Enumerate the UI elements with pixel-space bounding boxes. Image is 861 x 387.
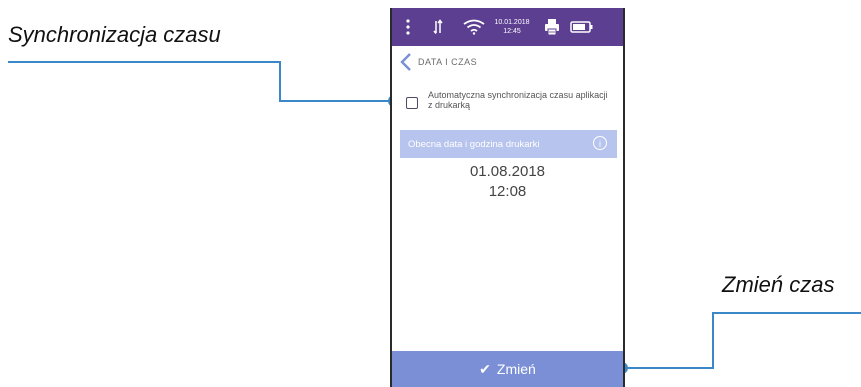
wifi-icon bbox=[462, 8, 486, 46]
change-time-button[interactable]: ✔ Zmień bbox=[392, 351, 623, 387]
title-bar: DATA I CZAS bbox=[392, 46, 623, 78]
change-callout-caption: Zmień czas bbox=[722, 272, 835, 297]
status-time: 12:45 bbox=[503, 28, 521, 35]
printer-time-header-label: Obecna data i godzina drukarki bbox=[408, 139, 540, 150]
sync-callout-line bbox=[8, 61, 394, 102]
auto-sync-option[interactable]: Automatyczna synchronizacja czasu aplika… bbox=[392, 88, 623, 122]
page-title: DATA I CZAS bbox=[418, 57, 478, 67]
change-callout-line bbox=[622, 312, 861, 369]
phone-screen: 10.01.2018 12:45 DATA I CZAS Automatyczn… bbox=[390, 8, 625, 387]
info-icon[interactable]: i bbox=[593, 136, 607, 150]
printer-time-header: Obecna data i godzina drukarki i bbox=[400, 130, 617, 158]
sync-arrows-icon bbox=[430, 8, 446, 46]
status-bar: 10.01.2018 12:45 bbox=[392, 8, 623, 46]
battery-icon bbox=[568, 8, 596, 46]
sync-callout-caption: Synchronizacja czasu bbox=[8, 22, 221, 47]
chevron-left-icon[interactable] bbox=[398, 52, 414, 72]
status-date: 10.01.2018 bbox=[494, 19, 530, 26]
change-time-button-label: Zmień bbox=[496, 361, 536, 377]
menu-dots-icon[interactable] bbox=[402, 8, 414, 46]
printer-time: 12:08 bbox=[488, 183, 527, 200]
auto-sync-label: Automatyczna synchronizacja czasu aplika… bbox=[428, 90, 608, 110]
printer-date: 01.08.2018 bbox=[469, 163, 546, 180]
printer-icon bbox=[542, 8, 562, 46]
checkmark-icon: ✔ bbox=[479, 360, 491, 377]
status-datetime: 10.01.2018 12:45 bbox=[490, 8, 534, 46]
auto-sync-checkbox[interactable] bbox=[406, 97, 418, 109]
